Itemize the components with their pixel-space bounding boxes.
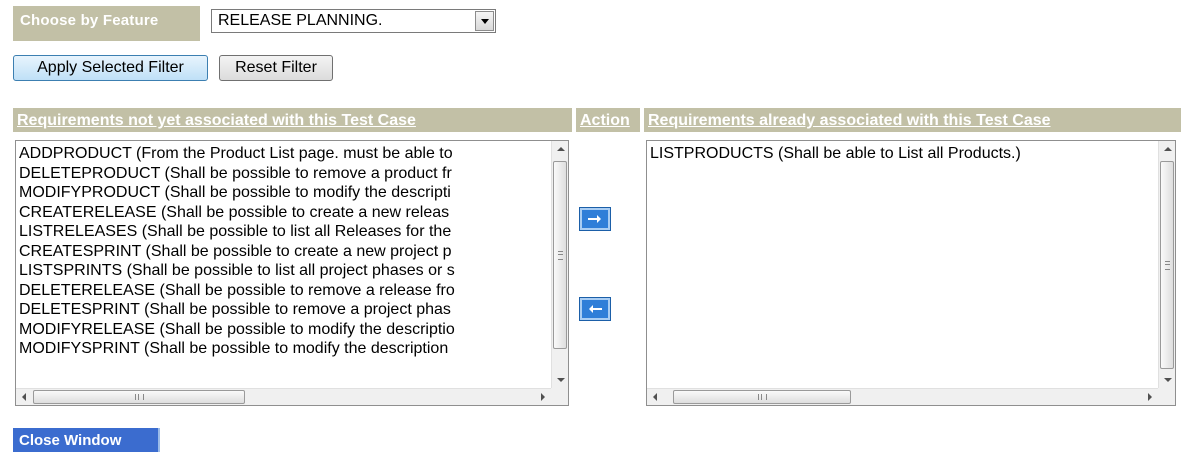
list-item[interactable]: LISTPRODUCTS (Shall be able to List all … — [650, 144, 1157, 164]
vertical-scrollbar[interactable] — [551, 141, 568, 388]
list-item[interactable]: LISTRELEASES (Shall be possible to list … — [19, 222, 550, 242]
scroll-thumb[interactable] — [33, 390, 245, 404]
horizontal-scrollbar[interactable] — [16, 388, 551, 405]
scroll-left-icon[interactable] — [653, 393, 657, 401]
list-item[interactable]: DELETESPRINT (Shall be possible to remov… — [19, 300, 550, 320]
list-item[interactable]: MODIFYRELEASE (Shall be possible to modi… — [19, 320, 550, 340]
list-item[interactable]: DELETERELEASE (Shall be possible to remo… — [19, 281, 550, 301]
feature-select[interactable]: RELEASE PLANNING. — [211, 9, 496, 33]
list-items: LISTPRODUCTS (Shall be able to List all … — [650, 144, 1157, 387]
list-item[interactable]: ADDPRODUCT (From the Product List page. … — [19, 144, 550, 164]
list-item[interactable]: MODIFYSPRINT (Shall be possible to modif… — [19, 339, 550, 359]
list-item[interactable]: DELETEPRODUCT (Shall be possible to remo… — [19, 164, 550, 184]
list-items: ADDPRODUCT (From the Product List page. … — [19, 144, 550, 387]
scroll-thumb[interactable] — [673, 390, 851, 404]
header-action[interactable]: Action — [576, 108, 640, 132]
chevron-down-icon[interactable] — [475, 11, 494, 31]
scroll-right-icon[interactable] — [1148, 393, 1152, 401]
list-item[interactable]: CREATERELEASE (Shall be possible to crea… — [19, 203, 550, 223]
vertical-scrollbar[interactable] — [1158, 141, 1175, 388]
header-associated[interactable]: Requirements already associated with thi… — [644, 108, 1181, 132]
scroll-corner — [551, 388, 568, 405]
scroll-left-icon[interactable] — [22, 393, 26, 401]
associated-requirements-list[interactable]: LISTPRODUCTS (Shall be able to List all … — [646, 140, 1176, 406]
scroll-down-icon[interactable] — [1164, 378, 1172, 382]
reset-filter-button[interactable]: Reset Filter — [219, 55, 333, 81]
feature-select-value: RELEASE PLANNING. — [218, 12, 383, 29]
list-item[interactable]: CREATESPRINT (Shall be possible to creat… — [19, 242, 550, 262]
scroll-down-icon[interactable] — [557, 378, 565, 382]
feature-filter-label: Choose by Feature — [13, 6, 200, 41]
scroll-thumb[interactable] — [553, 161, 567, 349]
arrow-left-icon — [589, 305, 602, 313]
arrow-right-icon — [588, 215, 601, 223]
header-not-associated[interactable]: Requirements not yet associated with thi… — [13, 108, 572, 132]
available-requirements-list[interactable]: ADDPRODUCT (From the Product List page. … — [15, 140, 569, 406]
list-item[interactable]: MODIFYPRODUCT (Shall be possible to modi… — [19, 183, 550, 203]
apply-filter-button[interactable]: Apply Selected Filter — [13, 55, 208, 81]
close-window-button[interactable]: Close Window — [13, 428, 160, 452]
scroll-up-icon[interactable] — [557, 147, 565, 151]
add-requirement-button[interactable] — [579, 207, 611, 231]
horizontal-scrollbar[interactable] — [647, 388, 1158, 405]
list-item[interactable]: LISTSPRINTS (Shall be possible to list a… — [19, 261, 550, 281]
remove-requirement-button[interactable] — [579, 297, 611, 321]
scroll-right-icon[interactable] — [541, 393, 545, 401]
scroll-corner — [1158, 388, 1175, 405]
scroll-up-icon[interactable] — [1164, 147, 1172, 151]
scroll-thumb[interactable] — [1160, 161, 1174, 369]
